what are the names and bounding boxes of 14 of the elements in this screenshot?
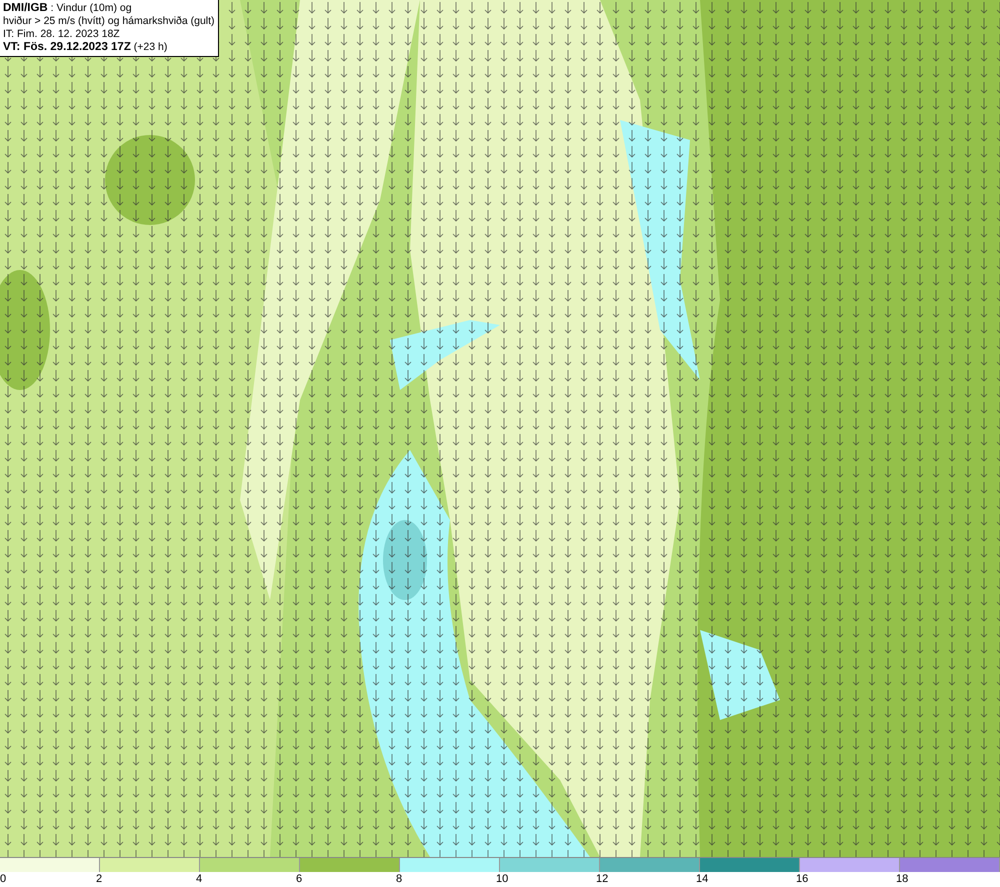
legend-tick-label: 14 [696,873,708,885]
legend-tick-label: 4 [196,873,202,885]
legend-tick-label: 2 [96,873,102,885]
legend-tick-label: 8 [396,873,402,885]
info-text: VT: Fös. 29.12.2023 17Z (+23 h) [3,41,168,54]
info-text: IT: Fim. 28. 12. 2023 18Z [3,28,120,41]
legend-tick-label: 18 [896,873,908,885]
info-text: hviður > 25 m/s (hvítt) og hámarkshviða (gult) [3,15,215,28]
info-text: DMI/IGB : Vindur (10m) og [3,2,132,15]
legend-tick-label: 10 [496,873,508,885]
legend-tick-label: 16 [796,873,808,885]
legend-tick-label: 12 [596,873,608,885]
legend-tick-label: 6 [296,873,302,885]
legend-tick-label: 0 [0,873,6,885]
